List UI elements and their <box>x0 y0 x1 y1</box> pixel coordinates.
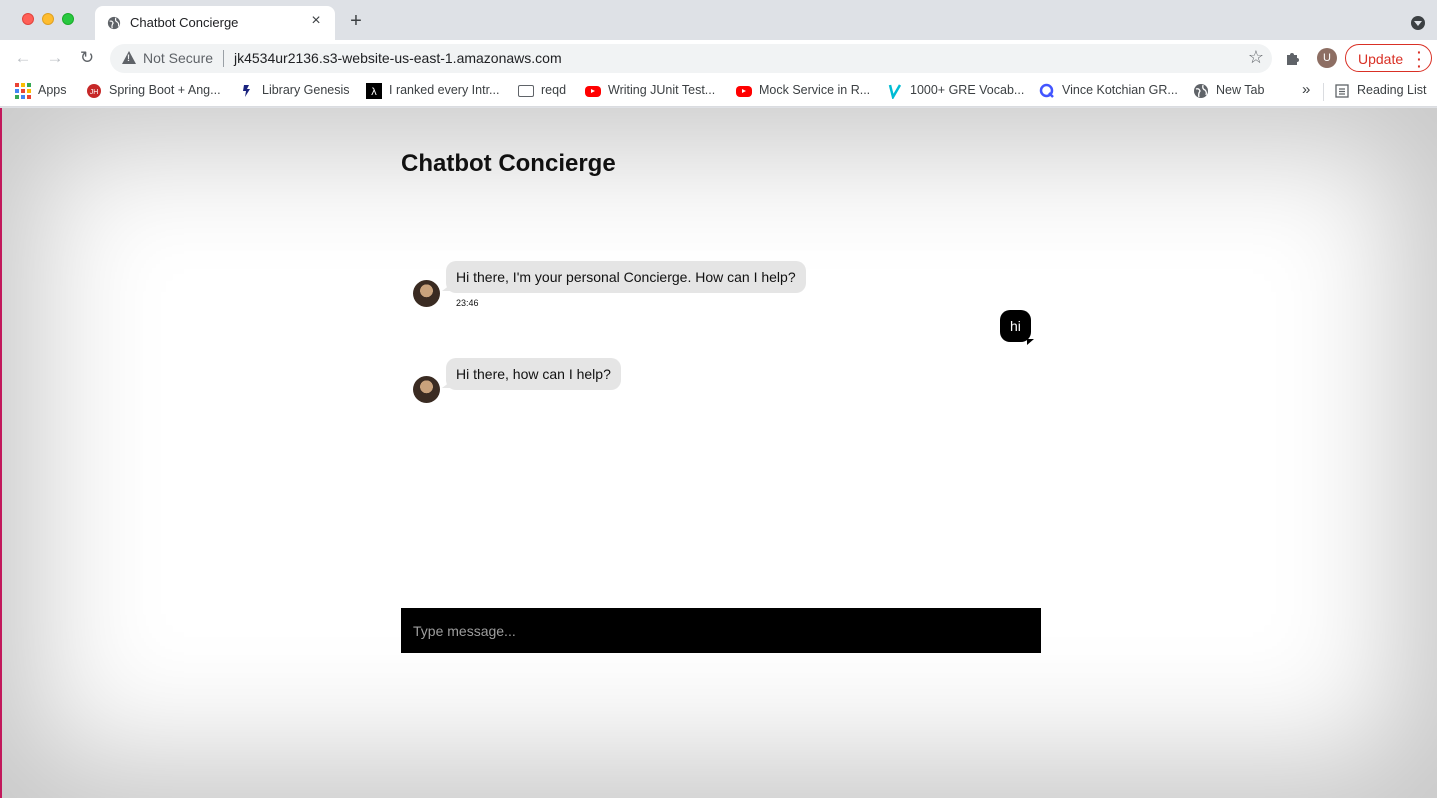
tab-close-icon[interactable]: × <box>307 12 325 30</box>
browser-titlebar: Chatbot Concierge × + <box>0 0 1437 40</box>
bookmark-star-icon[interactable]: ☆ <box>1248 47 1264 68</box>
new-tab-button[interactable]: + <box>345 10 367 32</box>
update-button[interactable]: Update · · · <box>1345 44 1432 74</box>
forward-arrow-icon[interactable]: → <box>44 47 66 69</box>
message-timestamp: 23:46 <box>456 298 479 308</box>
bookmarks-bar: Apps JH Spring Boot + Ang... Library Gen… <box>0 76 1437 107</box>
bot-avatar <box>413 376 440 403</box>
kebab-menu-icon: · · · <box>1417 44 1422 74</box>
user-message: hi <box>1000 310 1034 345</box>
address-bar[interactable]: Not Secure jk4534ur2136.s3-website-us-ea… <box>110 44 1272 73</box>
zoom-window-button[interactable] <box>62 13 74 25</box>
folder-icon <box>518 85 534 97</box>
bot-message: Hi there, I'm your personal Concierge. H… <box>442 261 806 293</box>
omnibox-divider <box>223 50 224 67</box>
vocab-icon <box>888 84 902 99</box>
bot-message: Hi there, how can I help? <box>442 358 621 390</box>
update-label: Update <box>1358 51 1404 67</box>
lambda-icon: λ <box>366 83 382 99</box>
profile-avatar[interactable]: U <box>1317 48 1337 68</box>
browser-toolbar: ← → ↻ Not Secure jk4534ur2136.s3-website… <box>0 40 1437 76</box>
warning-icon <box>122 51 136 64</box>
back-arrow-icon[interactable]: ← <box>12 47 34 69</box>
bookmarks-divider <box>1323 83 1324 101</box>
tab-title: Chatbot Concierge <box>130 15 239 30</box>
reading-list-icon <box>1335 84 1349 98</box>
libgen-icon <box>243 85 250 97</box>
svg-text:λ: λ <box>371 87 377 98</box>
youtube-icon <box>585 86 601 97</box>
tab-search-icon[interactable] <box>1411 16 1425 30</box>
globe-icon <box>107 16 121 30</box>
apps-grid-icon <box>15 83 31 99</box>
reload-icon[interactable]: ↻ <box>76 47 98 69</box>
message-input[interactable] <box>401 608 1041 653</box>
minimize-window-button[interactable] <box>42 13 54 25</box>
globe-icon <box>1194 84 1208 98</box>
quizlet-icon <box>1039 83 1054 98</box>
tab-chatbot-concierge[interactable]: Chatbot Concierge × <box>95 6 335 40</box>
extensions-puzzle-icon[interactable] <box>1284 49 1302 67</box>
spring-icon: JH <box>87 84 101 98</box>
url-text[interactable]: jk4534ur2136.s3-website-us-east-1.amazon… <box>234 50 562 66</box>
close-window-button[interactable] <box>22 13 34 25</box>
youtube-icon <box>736 86 752 97</box>
page-title: Chatbot Concierge <box>401 150 616 177</box>
bookmarks-overflow-button[interactable]: » <box>1302 81 1310 98</box>
svg-text:JH: JH <box>90 89 99 96</box>
security-indicator[interactable]: Not Secure <box>143 50 213 66</box>
page-viewport: Chatbot Concierge Hi there, I'm your per… <box>0 108 1437 798</box>
bot-avatar <box>413 280 440 307</box>
window-edge <box>0 108 2 798</box>
